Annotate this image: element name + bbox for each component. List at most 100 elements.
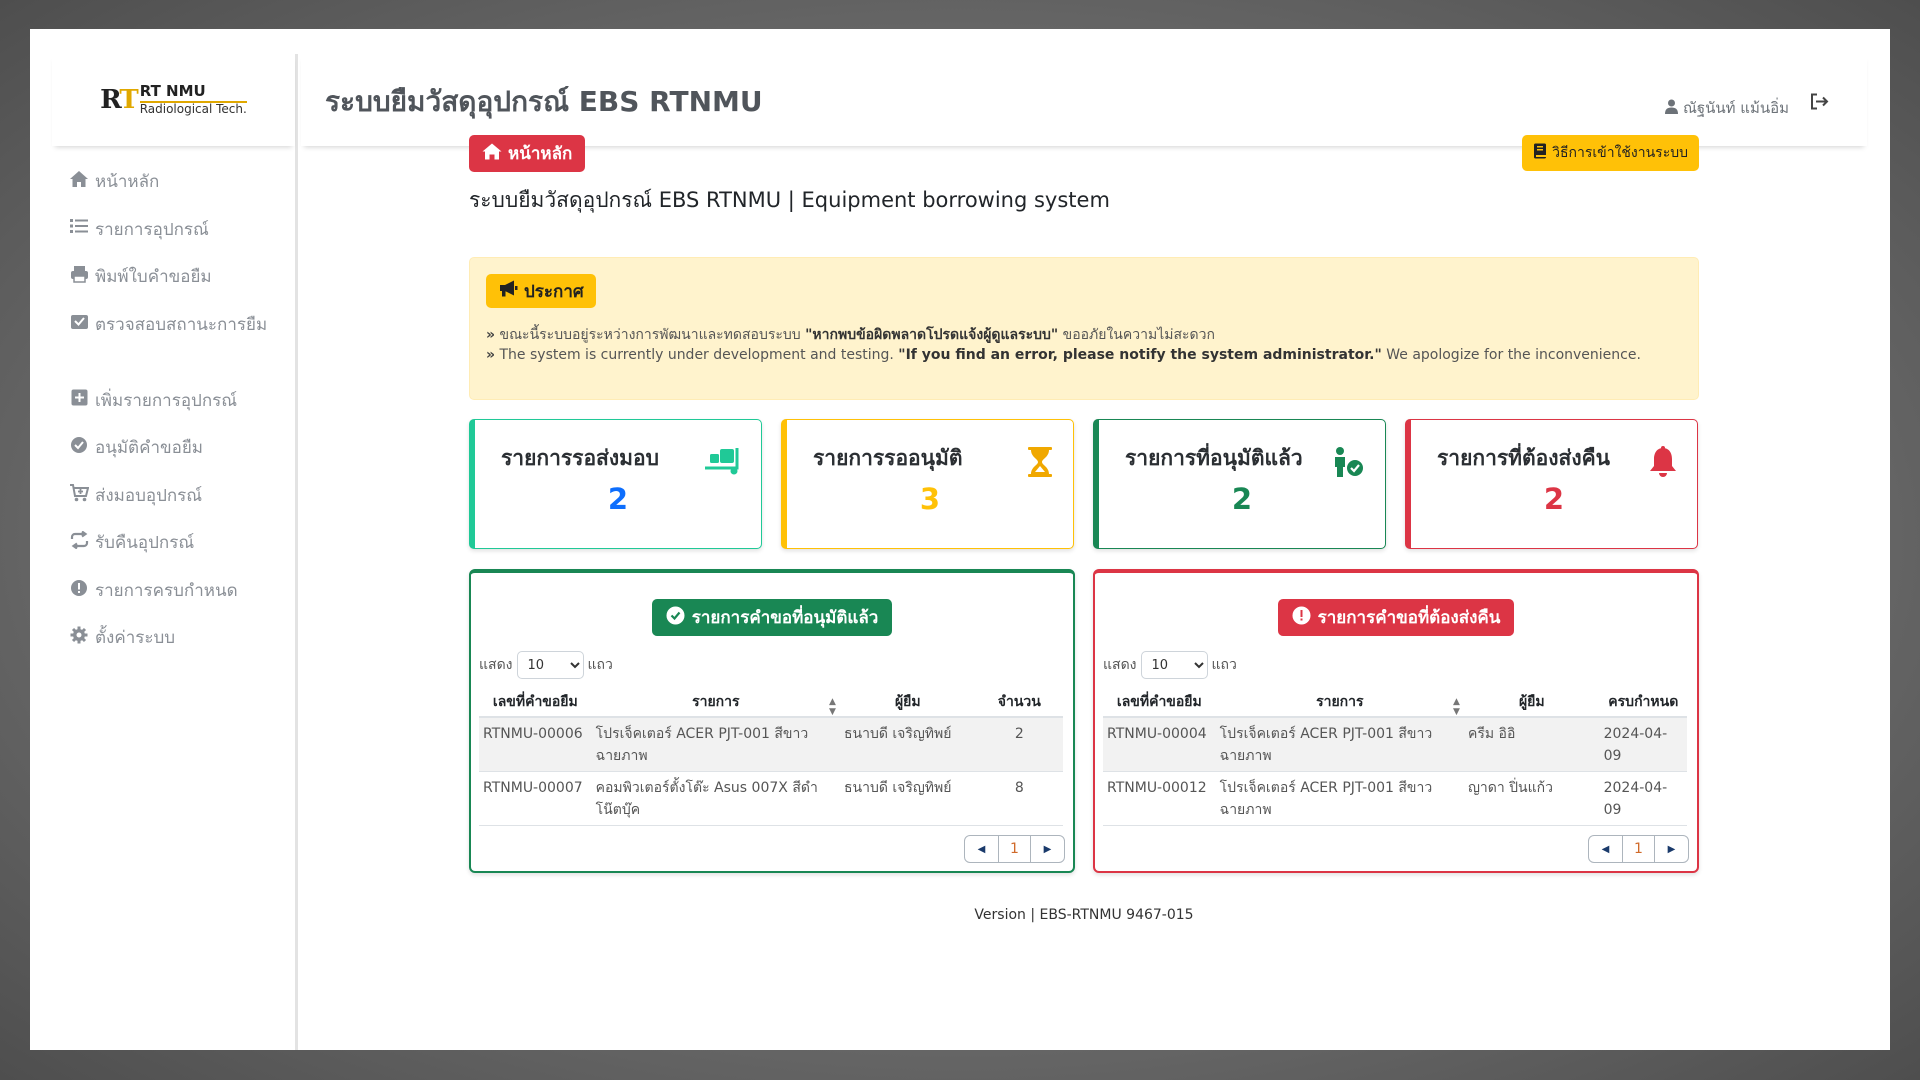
chevrons-icon: »: [486, 327, 496, 343]
approved-panel-title: รายการคำขอที่อนุมัติแล้ว: [651, 599, 893, 636]
col-quantity[interactable]: จำนวน: [975, 687, 1063, 718]
stat-value: 3: [919, 482, 941, 516]
table-row[interactable]: RTNMU-00006 โปรเจ็คเตอร์ ACER PJT-001 สี…: [479, 717, 1063, 772]
caret-left-icon: ◀: [1601, 843, 1610, 855]
sidebar-item-label: พิมพ์ใบคำขอยืม: [95, 267, 212, 287]
stat-value: 2: [607, 482, 629, 516]
sidebar-item-home[interactable]: หน้าหลัก: [68, 160, 295, 208]
sidebar-item-print-form[interactable]: พิมพ์ใบคำขอยืม: [68, 255, 295, 303]
col-item[interactable]: รายการ ▲ ▼: [1215, 687, 1464, 718]
cart-plus-icon: [68, 482, 90, 502]
announcement-line-th: » ขณะนี้ระบบอยู่ระหว่างการพัฒนาและทดสอบร…: [486, 324, 1215, 346]
brand-logo[interactable]: RT RT NMU Radiological Tech.: [52, 54, 295, 146]
sidebar-item-label: อนุมัติคำขอยืม: [95, 438, 203, 458]
sidebar-item-label: ตรวจสอบสถานะการยืม: [95, 314, 268, 335]
announcement-title: ประกาศ: [524, 281, 584, 302]
sidebar-item-equipment-list[interactable]: รายการอุปกรณ์: [68, 208, 295, 256]
list-icon: [68, 216, 90, 234]
stat-cards: รายการรอส่งมอบ 2 รายการรออนุมัติ 3 รายกา…: [469, 419, 1699, 549]
return-panel-title-text: รายการคำขอที่ต้องส่งคืน: [1317, 608, 1501, 628]
cell-due-date: 2024-04-09: [1599, 717, 1687, 772]
pagination: ◀ 1 ▶: [1588, 835, 1689, 863]
col-borrower[interactable]: ผู้ยืม: [839, 687, 976, 718]
sidebar-item-due[interactable]: รายการครบกำหนด: [68, 569, 295, 617]
home-button-label: หน้าหลัก: [508, 144, 573, 164]
length-suffix: แถว: [1211, 657, 1237, 673]
page-subtitle: ระบบยืมวัสดุอุปกรณ์ EBS RTNMU | Equipmen…: [469, 188, 1110, 212]
cell-item: โปรเจ็คเตอร์ ACER PJT-001 สีขาว ฉายภาพ: [1215, 717, 1464, 772]
top-bar: ระบบยืมวัสดุอุปกรณ์ EBS RTNMU ณัฐนันท์ แ…: [301, 54, 1867, 146]
cell-item: โปรเจ็คเตอร์ ACER PJT-001 สีขาว ฉายภาพ: [591, 717, 840, 772]
table-row[interactable]: RTNMU-00004 โปรเจ็คเตอร์ ACER PJT-001 สี…: [1103, 717, 1687, 772]
sidebar-item-add-equipment[interactable]: เพิ่มรายการอุปกรณ์: [68, 379, 295, 427]
sidebar-item-settings[interactable]: ตั้งค่าระบบ: [68, 616, 295, 664]
cell-request-no: RTNMU-00012: [1103, 771, 1216, 826]
exclamation-circle-icon: [68, 577, 90, 597]
caret-right-icon: ▶: [1043, 843, 1052, 855]
sidebar-item-label: ตั้งค่าระบบ: [95, 628, 176, 648]
col-item[interactable]: รายการ ▲ ▼: [591, 687, 840, 718]
page-length-select[interactable]: 10: [1140, 651, 1208, 679]
stat-title: รายการที่อนุมัติแล้ว: [1125, 446, 1303, 470]
ann-th-post: ขออภัยในความไม่สะดวก: [1058, 327, 1215, 343]
table-row[interactable]: RTNMU-00012 โปรเจ็คเตอร์ ACER PJT-001 สี…: [1103, 771, 1687, 826]
logo-mark: RT: [100, 85, 139, 115]
app-title: ระบบยืมวัสดุอุปกรณ์ EBS RTNMU: [325, 85, 763, 118]
col-request-no[interactable]: เลขที่คำขอยืม: [479, 687, 592, 718]
sidebar-item-label: รายการครบกำหนด: [95, 580, 238, 601]
logout-button[interactable]: [1810, 93, 1829, 114]
table-row[interactable]: RTNMU-00007 คอมพิวเตอร์ตั้งโต๊ะ Asus 007…: [479, 771, 1063, 826]
return-table: เลขที่คำขอยืม รายการ ▲ ▼ ผู้ยืม ครบกำหนด R…: [1103, 687, 1687, 826]
sidebar-item-deliver[interactable]: ส่งมอบอุปกรณ์: [68, 474, 295, 522]
cell-due-date: 2024-04-09: [1599, 771, 1687, 826]
announcement-box: ประกาศ » ขณะนี้ระบบอยู่ระหว่างการพัฒนาแล…: [469, 257, 1699, 400]
user-menu[interactable]: ณัฐนันท์ แม้นอิ่ม: [1664, 96, 1789, 120]
ann-th-pre: ขณะนี้ระบบอยู่ระหว่างการพัฒนาและทดสอบระบ…: [499, 327, 806, 343]
manual-button[interactable]: วิธีการเข้าใช้งานระบบ: [1522, 135, 1699, 171]
ann-en-post: We apologize for the inconvenience.: [1381, 347, 1641, 363]
user-name: ณัฐนันท์ แม้นอิ่ม: [1682, 99, 1789, 117]
next-page-button[interactable]: ▶: [1655, 836, 1688, 862]
stat-card-awaiting-approval[interactable]: รายการรออนุมัติ 3: [781, 419, 1074, 549]
stat-card-approved[interactable]: รายการที่อนุมัติแล้ว 2: [1093, 419, 1386, 549]
app-window: RT RT NMU Radiological Tech. หน้าหลัก รา…: [30, 29, 1890, 1050]
cell-borrower: ญาดา ปิ่นแก้ว: [1463, 771, 1600, 826]
length-prefix: แสดง: [479, 657, 513, 673]
home-button[interactable]: หน้าหลัก: [469, 135, 586, 172]
page-number-button[interactable]: 1: [1622, 836, 1655, 862]
approved-table: เลขที่คำขอยืม รายการ ▲ ▼ ผู้ยืม จำนวน RTNM…: [479, 687, 1063, 826]
printer-icon: [68, 263, 90, 283]
return-requests-panel: รายการคำขอที่ต้องส่งคืน แสดง 10 แถว เลขท…: [1093, 569, 1699, 873]
stat-card-to-return[interactable]: รายการที่ต้องส่งคืน 2: [1405, 419, 1698, 549]
announcement-line-en: » The system is currently under developm…: [486, 347, 1641, 363]
stat-card-awaiting-delivery[interactable]: รายการรอส่งมอบ 2: [469, 419, 762, 549]
stat-value: 2: [1543, 482, 1565, 516]
home-icon: [482, 143, 502, 165]
logo: RT RT NMU Radiological Tech.: [100, 84, 247, 115]
col-due-date[interactable]: ครบกำหนด: [1599, 687, 1687, 718]
page-length-select[interactable]: 10: [516, 651, 584, 679]
check-circle-icon: [68, 434, 90, 454]
page-number-button[interactable]: 1: [998, 836, 1031, 862]
stat-title: รายการรอส่งมอบ: [501, 446, 659, 470]
sidebar-item-label: หน้าหลัก: [95, 172, 160, 192]
cell-item: คอมพิวเตอร์ตั้งโต๊ะ Asus 007X สีดำ โน๊ตบ…: [591, 771, 840, 826]
sidebar-item-check-status[interactable]: ตรวจสอบสถานะการยืม: [68, 303, 295, 379]
next-page-button[interactable]: ▶: [1031, 836, 1064, 862]
gear-icon: [68, 624, 90, 644]
sidebar-item-return[interactable]: รับคืนอุปกรณ์: [68, 521, 295, 569]
megaphone-icon: [498, 280, 518, 302]
cell-request-no: RTNMU-00007: [479, 771, 592, 826]
col-borrower[interactable]: ผู้ยืม: [1463, 687, 1600, 718]
logout-icon: [1810, 93, 1829, 114]
home-icon: [68, 168, 90, 188]
table-header-row: เลขที่คำขอยืม รายการ ▲ ▼ ผู้ยืม จำนวน: [479, 687, 1063, 718]
sidebar-item-label: ส่งมอบอุปกรณ์: [95, 485, 203, 506]
col-request-no[interactable]: เลขที่คำขอยืม: [1103, 687, 1216, 718]
plus-square-icon: [68, 387, 90, 406]
prev-page-button[interactable]: ◀: [965, 836, 998, 862]
sidebar-item-approve[interactable]: อนุมัติคำขอยืม: [68, 426, 295, 474]
prev-page-button[interactable]: ◀: [1589, 836, 1622, 862]
caret-right-icon: ▶: [1667, 843, 1676, 855]
dolly-icon: [701, 446, 741, 480]
